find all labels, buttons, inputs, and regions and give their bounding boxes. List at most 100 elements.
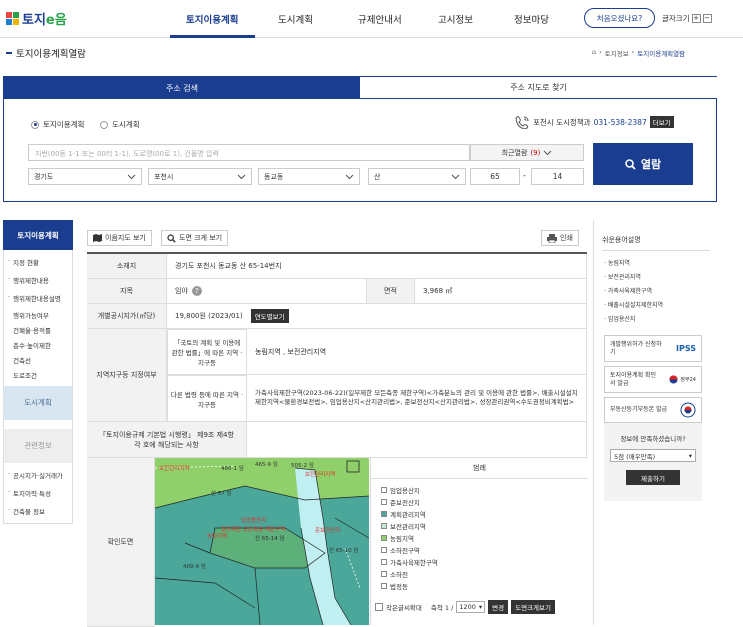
province-select[interactable]: 경기도 (28, 168, 142, 185)
legend-swatch (381, 523, 387, 529)
nav-regulation-guide[interactable]: 규제안내서 (358, 12, 402, 26)
tab-map-search[interactable]: 주소 지도로 찾기 (360, 77, 717, 99)
address-input[interactable]: 지번(00동 1-1 또는 00리 1-1), 도로명(00로 1), 건물명 … (28, 144, 470, 161)
header: 토지e음 토지이용계획 도시계획 규제안내서 고시정보 정보마당 처음오셨나요?… (0, 0, 743, 38)
registry-banner[interactable]: 부동산등기부등본 발급 (604, 397, 702, 423)
glossary-term[interactable]: 농림지역 (604, 258, 630, 267)
jimok-value: 임야 (175, 287, 188, 295)
change-scale-button[interactable]: 변경 (488, 600, 509, 614)
chevron-down-icon (451, 174, 460, 179)
left-nav-item[interactable]: 공시지가·실거래가 (4, 463, 72, 484)
cadastral-map[interactable]: 보전관리지역 486-1 임 465-9 임 505-2 임 산 57 임 임업… (155, 458, 369, 625)
legend-swatch (381, 571, 387, 577)
map-label: 보전관리지역 (305, 472, 336, 478)
small-text-label: 작은글씨확대 (386, 604, 422, 612)
land-type-select[interactable]: 산 (368, 168, 466, 185)
map-label: 보전관리지역 (159, 466, 190, 472)
left-nav-sub[interactable]: 건폐율·용적률 (4, 322, 72, 337)
yearly-view-button[interactable]: 연도별보기 (250, 309, 289, 323)
price-cell: 19,800원 (2023/01) 연도별보기 (167, 304, 587, 329)
map-label: 산 65-10 임 (329, 548, 359, 554)
font-minus-button[interactable]: − (702, 14, 712, 23)
nav-land-use-plan[interactable]: 토지이용계획 (186, 12, 238, 26)
map-view-button[interactable]: 이음지도 보기 (87, 230, 152, 246)
logo-suffix: e음 (45, 12, 67, 28)
location-label: 소재지 (87, 254, 167, 279)
left-nav-sub[interactable]: 도로조건 (4, 367, 72, 386)
legend-swatch (381, 583, 387, 589)
city-select[interactable]: 포천시 (148, 168, 252, 185)
phone-number: 031-538-2387 (593, 117, 647, 127)
glossary-term[interactable]: 보전관리지역 (604, 272, 641, 281)
left-nav-sub[interactable]: 행위가능여부 (4, 307, 72, 322)
home-icon[interactable]: ⌂ (592, 48, 596, 58)
glossary-title: 쉬운용어설명 (602, 236, 641, 244)
zoom-view-button[interactable]: 도면 크게 보기 (161, 230, 229, 246)
site-logo[interactable]: 토지e음 (6, 9, 67, 28)
left-nav-item[interactable]: 행위제한내용 (4, 271, 72, 289)
nav-city-plan[interactable]: 도시계획 (278, 12, 313, 26)
sub-number-input[interactable]: 14 (531, 168, 584, 185)
glossary-term[interactable]: 임업용산지 (604, 314, 636, 323)
office-name: 포천시 도시정책과 (533, 117, 591, 127)
town-select[interactable]: 동교동 (258, 168, 360, 185)
map-label: 준보전산지 (315, 528, 341, 534)
legend-swatch (381, 499, 387, 505)
survey-select[interactable]: 5점 (매우만족) ▾ (610, 449, 696, 462)
map-label: 465-9 임 (255, 462, 278, 468)
phone-icon (515, 116, 529, 129)
chevron-down-icon (543, 150, 552, 155)
breadcrumb: ⌂ › 토지정보 › 토지이용계획열람 (592, 48, 686, 58)
left-nav-sub[interactable]: 건축선 (4, 352, 72, 367)
left-nav-city-plan[interactable]: 도시계획 (4, 385, 72, 420)
court-seal-icon (680, 402, 696, 418)
left-nav-item[interactable]: 토지이력·특성 (4, 484, 72, 502)
main-number-input[interactable]: 65 (470, 168, 520, 185)
map-label: 산 57 임 (211, 491, 232, 497)
location-value: 경기도 포천시 동교동 산 65-14번지 (167, 254, 587, 279)
left-nav-sub[interactable]: 층수·높이제한 (4, 337, 72, 352)
certificate-banner[interactable]: 토지이용계획 확인서 발급 정부24 (604, 366, 702, 393)
big-map-button[interactable]: 도면크게보기 (511, 600, 555, 614)
scale-select[interactable]: 1200 ▾ (456, 601, 486, 613)
radio-city-plan[interactable]: 도시계획 (100, 119, 140, 130)
contact-info: 포천시 도시정책과 031-538-2387 더보기 (514, 115, 674, 129)
left-nav-item[interactable]: 지정 현황 (4, 250, 72, 271)
ipss-logo: IPSS (675, 344, 696, 353)
nav-notice-info[interactable]: 고시정보 (438, 12, 473, 26)
logo-text: 토지 (22, 12, 46, 28)
legend-swatch (381, 487, 387, 493)
map-label: 임업용산지 (241, 518, 267, 524)
left-nav-head[interactable]: 토지이용계획 (3, 220, 73, 250)
rule-value (247, 422, 587, 458)
right-panel: 쉬운용어설명 농림지역 보전관리지역 가축사육제한구역 배출시설설치제한지역 임… (593, 220, 716, 625)
print-button[interactable]: 인쇄 (541, 230, 579, 246)
glossary-term[interactable]: 배출시설설치제한지역 (604, 300, 663, 309)
area-label: 면적 (367, 279, 415, 304)
left-nav: 토지이용계획 지정 현황 행위제한내용 행위제한내용설명 행위가능여부 건폐율·… (3, 220, 73, 524)
view-button[interactable]: 열람 (593, 143, 693, 185)
left-nav-item[interactable]: 건축물 정보 (4, 502, 72, 523)
survey-submit-button[interactable]: 제출하기 (626, 470, 680, 485)
tab-address-search[interactable]: 주소 검색 (4, 77, 360, 99)
left-nav-item[interactable]: 행위제한내용설명 (4, 289, 72, 307)
zone-law1-value: 농림지역 , 보전관리지역 (247, 329, 587, 375)
gov24-logo: 정부24 (669, 375, 696, 384)
glossary-term[interactable]: 가축사육제한구역 (604, 286, 652, 295)
search-panel: 주소 검색 주소 지도로 찾기 토지이용계획 도시계획 포천시 도시정책과 03… (3, 76, 717, 202)
legend-swatch (381, 511, 387, 517)
help-icon[interactable]: ? (191, 286, 202, 296)
breadcrumb-item[interactable]: 토지정보 (605, 48, 629, 58)
first-visit-button[interactable]: 처음오셨나요? (584, 8, 655, 28)
chevron-down-icon (127, 174, 136, 179)
dev-permit-banner[interactable]: 개발행위허가 신청하기 IPSS (604, 335, 702, 362)
small-text-checkbox[interactable] (375, 603, 383, 611)
more-button[interactable]: 더보기 (649, 116, 674, 128)
nav-info-plaza[interactable]: 정보마당 (514, 12, 549, 26)
zone-law2-value: 가축사육제한구역(2023-06-22)(일부제한 모든축종 제한구역)<가축분… (247, 375, 587, 422)
number-separator: - (523, 171, 526, 180)
left-nav-related-info[interactable]: 관련정보 (4, 428, 72, 463)
radio-land-use-plan[interactable]: 토지이용계획 (31, 119, 84, 130)
recent-view-dropdown[interactable]: 최근열람 (9) (470, 144, 584, 161)
font-plus-button[interactable]: + (691, 14, 701, 23)
